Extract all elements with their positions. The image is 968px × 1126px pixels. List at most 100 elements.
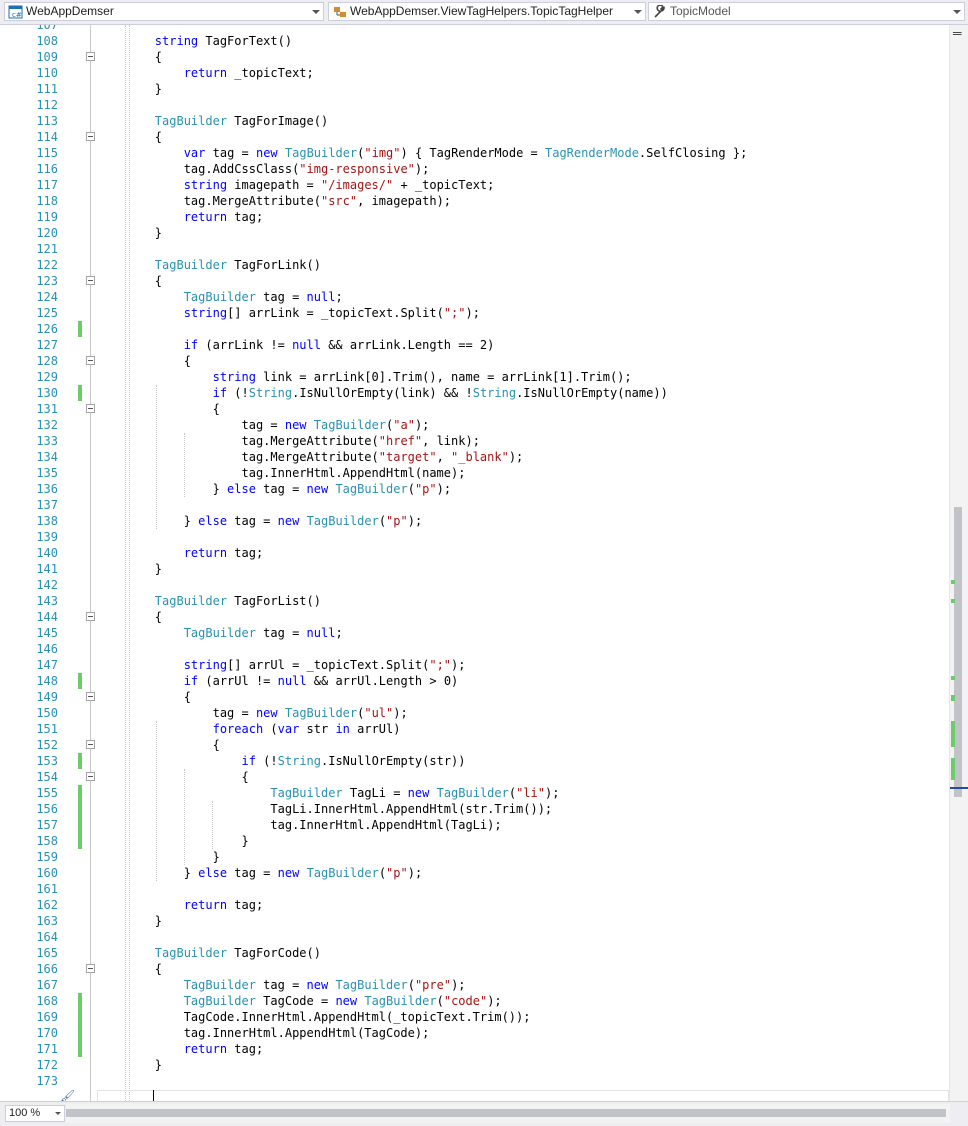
line-number: 129	[36, 370, 58, 384]
text-caret	[153, 1090, 154, 1101]
code-line[interactable]: 130 if (!String.IsNullOrEmpty(link) && !…	[0, 385, 949, 401]
code-line[interactable]: 145 TagBuilder tag = null;	[0, 625, 949, 641]
code-line[interactable]: 155 TagBuilder TagLi = new TagBuilder("l…	[0, 785, 949, 801]
splitter-icon[interactable]: ═	[953, 27, 962, 39]
code-line[interactable]: 161	[0, 881, 949, 897]
code-line[interactable]: 156 TagLi.InnerHtml.AppendHtml(str.Trim(…	[0, 801, 949, 817]
code-line[interactable]: 170 tag.InnerHtml.AppendHtml(TagCode);	[0, 1025, 949, 1041]
code-line[interactable]: 162 return tag;	[0, 897, 949, 913]
member-dropdown[interactable]: TopicModel	[648, 2, 965, 21]
collapse-icon[interactable]	[86, 964, 95, 973]
horizontal-scrollbar[interactable]	[66, 1104, 950, 1123]
zoom-dropdown[interactable]: 100 %	[5, 1105, 65, 1122]
code-line[interactable]: 151 foreach (var str in arrUl)	[0, 721, 949, 737]
collapse-icon[interactable]	[86, 132, 95, 141]
collapse-icon[interactable]	[86, 692, 95, 701]
code-line[interactable]: 149 {	[0, 689, 949, 705]
code-line[interactable]: 146	[0, 641, 949, 657]
change-map-marker	[951, 758, 955, 780]
code-text: {	[97, 130, 163, 144]
code-line[interactable]: 112	[0, 97, 949, 113]
code-line[interactable]: 134 tag.MergeAttribute("target", "_blank…	[0, 449, 949, 465]
code-line[interactable]: 126	[0, 321, 949, 337]
code-editor[interactable]: 108 string TagForText() 109 {110 return _…	[0, 25, 949, 1101]
paintbrush-icon[interactable]: 🖌	[60, 1089, 75, 1101]
code-text: tag.InnerHtml.AppendHtml(TagLi);	[97, 818, 502, 832]
code-line[interactable]: 117 string imagepath = "/images/" + _top…	[0, 177, 949, 193]
code-line[interactable]: 136 } else tag = new TagBuilder("p");	[0, 481, 949, 497]
code-line[interactable]: 107	[0, 25, 949, 33]
collapse-icon[interactable]	[86, 740, 95, 749]
code-line[interactable]: 160 } else tag = new TagBuilder("p");	[0, 865, 949, 881]
code-line[interactable]: 150 tag = new TagBuilder("ul");	[0, 705, 949, 721]
code-line[interactable]: 108 string TagForText()	[0, 33, 949, 49]
code-line[interactable]: 166 {	[0, 961, 949, 977]
line-number: 137	[36, 498, 58, 512]
code-line[interactable]: 114 {	[0, 129, 949, 145]
line-number: 111	[36, 82, 58, 96]
horizontal-scrollbar-thumb[interactable]	[66, 1109, 946, 1117]
code-line[interactable]: 172 }	[0, 1057, 949, 1073]
code-line[interactable]: 109 {	[0, 49, 949, 65]
collapse-icon[interactable]	[86, 52, 95, 61]
code-line[interactable]: 115 var tag = new TagBuilder("img") { Ta…	[0, 145, 949, 161]
code-line[interactable]: 168 TagBuilder TagCode = new TagBuilder(…	[0, 993, 949, 1009]
code-line[interactable]: 116 tag.AddCssClass("img-responsive");	[0, 161, 949, 177]
code-line[interactable]: 138 } else tag = new TagBuilder("p");	[0, 513, 949, 529]
collapse-icon[interactable]	[86, 404, 95, 413]
code-line[interactable]: 153 if (!String.IsNullOrEmpty(str))	[0, 753, 949, 769]
code-text: }	[97, 914, 163, 928]
code-line[interactable]: 169 TagCode.InnerHtml.AppendHtml(_topicT…	[0, 1009, 949, 1025]
code-line[interactable]: 135 tag.InnerHtml.AppendHtml(name);	[0, 465, 949, 481]
code-line[interactable]: 123 {	[0, 273, 949, 289]
code-line[interactable]: 152 {	[0, 737, 949, 753]
code-line[interactable]: 111 }	[0, 81, 949, 97]
code-line[interactable]: 147 string[] arrUl = _topicText.Split(";…	[0, 657, 949, 673]
code-line[interactable]: 163 }	[0, 913, 949, 929]
code-line[interactable]: 127 if (arrLink != null && arrLink.Lengt…	[0, 337, 949, 353]
code-line[interactable]: 158 }	[0, 833, 949, 849]
code-line[interactable]: 131 {	[0, 401, 949, 417]
code-line[interactable]: 165 TagBuilder TagForCode()	[0, 945, 949, 961]
code-line[interactable]: 120 }	[0, 225, 949, 241]
code-line[interactable]: 124 TagBuilder tag = null;	[0, 289, 949, 305]
line-number: 109	[36, 50, 58, 64]
line-number: 158	[36, 834, 58, 848]
collapse-icon[interactable]	[86, 612, 95, 621]
code-text: {	[97, 690, 191, 704]
code-line[interactable]: 128 {	[0, 353, 949, 369]
code-line[interactable]: 129 string link = arrLink[0].Trim(), nam…	[0, 369, 949, 385]
code-line[interactable]: 121	[0, 241, 949, 257]
code-line[interactable]: 154 {	[0, 769, 949, 785]
code-line[interactable]: 140 return tag;	[0, 545, 949, 561]
code-line[interactable]: 164	[0, 929, 949, 945]
code-line[interactable]: 122 TagBuilder TagForLink()	[0, 257, 949, 273]
code-line[interactable]: 159 }	[0, 849, 949, 865]
code-line[interactable]: 133 tag.MergeAttribute("href", link);	[0, 433, 949, 449]
type-dropdown[interactable]: WebAppDemser.ViewTagHelpers.TopicTagHelp…	[328, 2, 646, 21]
code-line[interactable]: 171 return tag;	[0, 1041, 949, 1057]
code-line[interactable]: 125 string[] arrLink = _topicText.Split(…	[0, 305, 949, 321]
code-line[interactable]: 110 return _topicText;	[0, 65, 949, 81]
code-line[interactable]: 139	[0, 529, 949, 545]
code-line[interactable]: 142	[0, 577, 949, 593]
code-line[interactable]: 141 }	[0, 561, 949, 577]
code-line[interactable]: 148 if (arrUl != null && arrUl.Length > …	[0, 673, 949, 689]
line-number: 145	[36, 626, 58, 640]
code-line[interactable]: 113 TagBuilder TagForImage()	[0, 113, 949, 129]
collapse-icon[interactable]	[86, 276, 95, 285]
code-line[interactable]: 143 TagBuilder TagForList()	[0, 593, 949, 609]
project-dropdown[interactable]: c# WebAppDemser	[4, 2, 324, 21]
scrollbar-thumb[interactable]	[954, 507, 962, 797]
code-line[interactable]: 167 TagBuilder tag = new TagBuilder("pre…	[0, 977, 949, 993]
code-line[interactable]: 119 return tag;	[0, 209, 949, 225]
code-line[interactable]: 157 tag.InnerHtml.AppendHtml(TagLi);	[0, 817, 949, 833]
code-line[interactable]: 132 tag = new TagBuilder("a");	[0, 417, 949, 433]
code-line[interactable]: 144 {	[0, 609, 949, 625]
code-line[interactable]: 137	[0, 497, 949, 513]
code-line[interactable]: 118 tag.MergeAttribute("src", imagepath)…	[0, 193, 949, 209]
collapse-icon[interactable]	[86, 772, 95, 781]
collapse-icon[interactable]	[86, 356, 95, 365]
code-line[interactable]: 173	[0, 1073, 949, 1089]
vertical-scrollbar[interactable]: ═	[949, 25, 968, 1101]
